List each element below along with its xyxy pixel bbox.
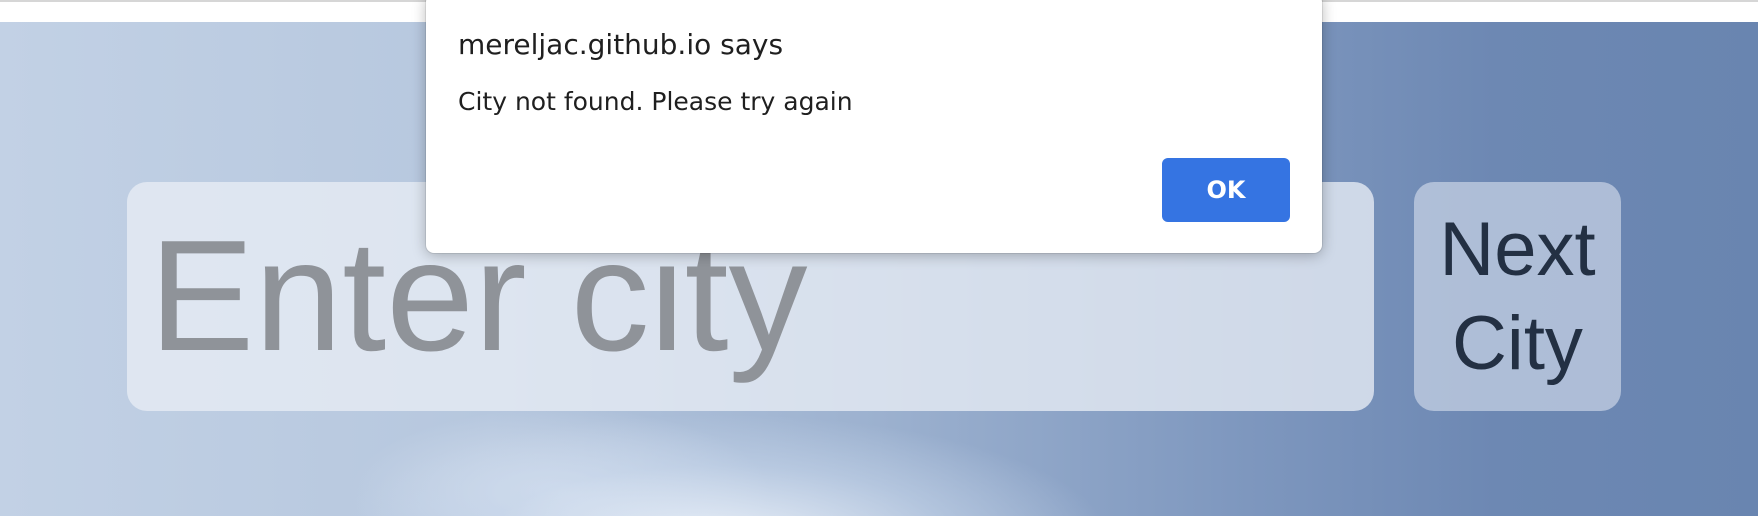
browser-viewport: Next City mereljac.github.io says City n… [0,0,1758,516]
alert-message: City not found. Please try again [458,87,853,116]
next-city-button[interactable]: Next City [1414,182,1621,411]
alert-dialog: mereljac.github.io says City not found. … [426,0,1322,253]
alert-ok-button[interactable]: OK [1162,158,1290,222]
alert-origin-title: mereljac.github.io says [458,28,784,61]
